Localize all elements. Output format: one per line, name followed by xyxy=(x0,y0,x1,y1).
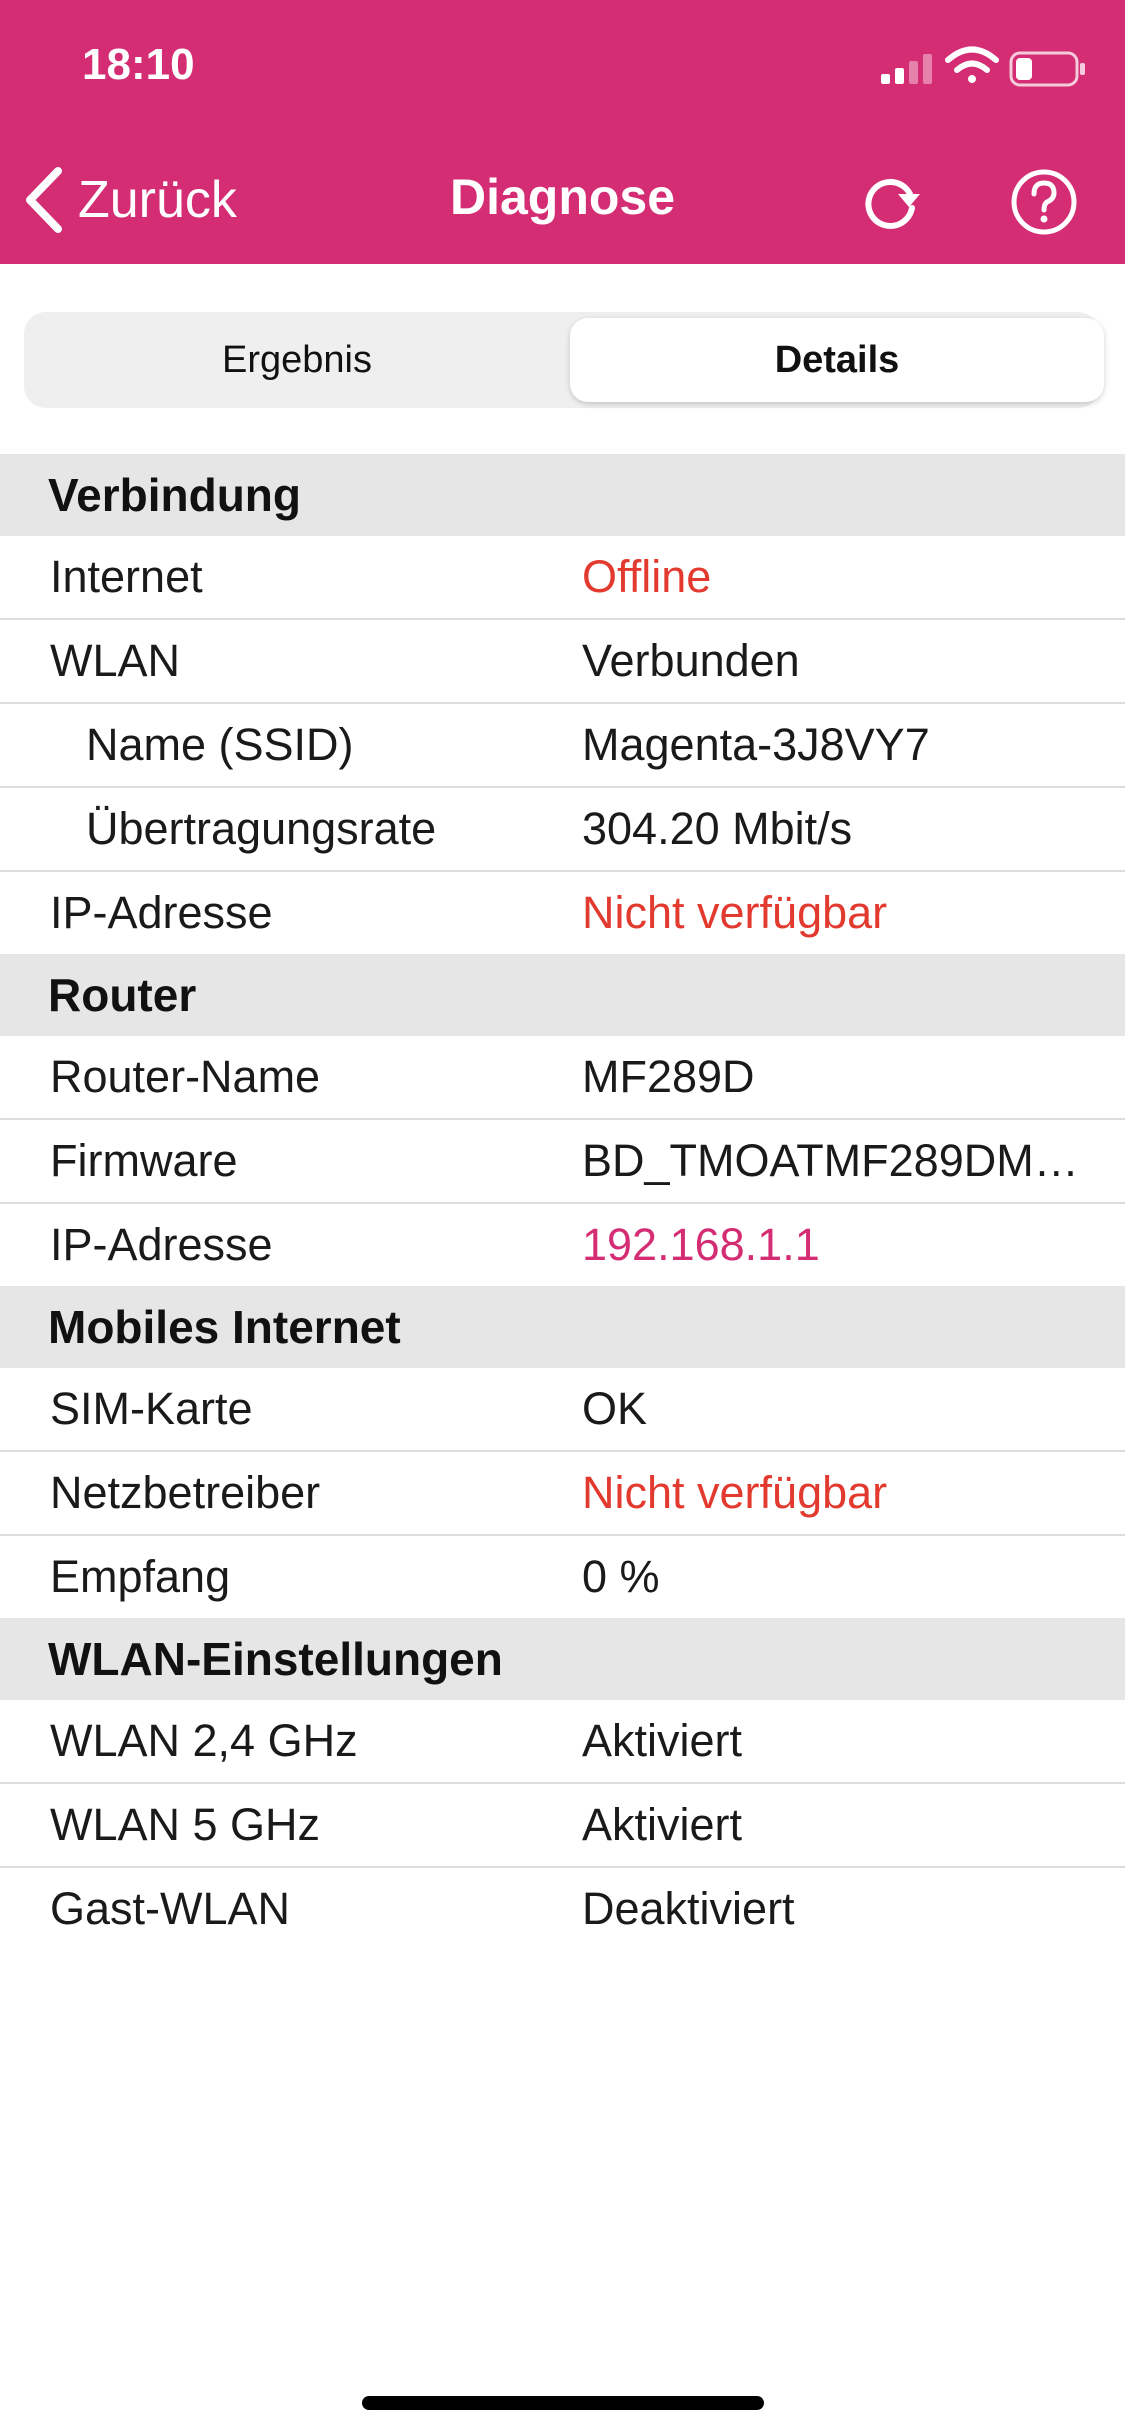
row-value: Aktiviert xyxy=(582,1715,743,1766)
list-row-uebertragungsrate: Übertragungsrate 304.20 Mbit/s xyxy=(0,788,1125,872)
row-value: Deaktiviert xyxy=(582,1883,795,1934)
row-label: WLAN xyxy=(50,635,181,686)
list-row-empfang: Empfang 0 % xyxy=(0,1536,1125,1618)
list-row-sim-karte: SIM-Karte OK xyxy=(0,1368,1125,1452)
segmented-control: Ergebnis Details xyxy=(24,312,1104,408)
section-header-mobiles-internet: Mobiles Internet xyxy=(0,1286,1125,1368)
list-row-router-ip[interactable]: IP-Adresse 192.168.1.1 xyxy=(0,1204,1125,1286)
row-value: BD_TMOATMF289DM… xyxy=(582,1135,1079,1186)
row-label: Netzbetreiber xyxy=(50,1467,321,1518)
row-label: Empfang xyxy=(50,1551,231,1602)
list-row-netzbetreiber: Netzbetreiber Nicht verfügbar xyxy=(0,1452,1125,1536)
section-header-wlan-einstellungen: WLAN-Einstellungen xyxy=(0,1618,1125,1700)
tab-details[interactable]: Details xyxy=(570,318,1104,402)
row-label: SIM-Karte xyxy=(50,1383,253,1434)
list-row-wlan: WLAN Verbunden xyxy=(0,620,1125,704)
row-label: Gast-WLAN xyxy=(50,1883,291,1934)
row-label: WLAN 5 GHz xyxy=(50,1799,321,1850)
row-value: OK xyxy=(582,1383,648,1434)
details-list: Verbindung Internet Offline WLAN Verbund… xyxy=(0,454,1125,1950)
back-button[interactable]: Zurück xyxy=(22,160,237,240)
row-label: Router-Name xyxy=(50,1051,321,1102)
section-header-router: Router xyxy=(0,954,1125,1036)
list-row-router-name: Router-Name MF289D xyxy=(0,1036,1125,1120)
row-label: IP-Adresse xyxy=(50,1219,273,1270)
row-value: Verbunden xyxy=(582,635,800,686)
row-value: MF289D xyxy=(582,1051,755,1102)
list-row-wlan-5: WLAN 5 GHz Aktiviert xyxy=(0,1784,1125,1868)
tab-ergebnis[interactable]: Ergebnis xyxy=(30,318,564,402)
diagnose-screen: 18:10 Zurück Diagnose Ergebnis Details V… xyxy=(0,0,1125,2436)
row-label: Übertragungsrate xyxy=(86,803,437,854)
back-label: Zurück xyxy=(78,171,237,229)
row-value: 0 % xyxy=(582,1551,660,1602)
row-label: Name (SSID) xyxy=(86,719,354,770)
chevron-left-icon xyxy=(26,167,62,233)
list-row-gast-wlan: Gast-WLAN Deaktiviert xyxy=(0,1868,1125,1950)
refresh-icon xyxy=(865,178,920,229)
list-row-ip-adresse: IP-Adresse Nicht verfügbar xyxy=(0,872,1125,954)
status-time: 18:10 xyxy=(82,40,195,89)
battery-icon xyxy=(1009,51,1085,87)
wifi-icon xyxy=(945,46,999,83)
row-value: Aktiviert xyxy=(582,1799,743,1850)
row-label: IP-Adresse xyxy=(50,887,273,938)
top-bar: 18:10 Zurück Diagnose xyxy=(0,0,1125,264)
router-ip-link[interactable]: 192.168.1.1 xyxy=(582,1219,1103,1271)
row-value: Offline xyxy=(582,551,712,602)
list-row-firmware: Firmware BD_TMOATMF289DM… xyxy=(0,1120,1125,1204)
list-row-ssid: Name (SSID) Magenta-3J8VY7 xyxy=(0,704,1125,788)
status-icons xyxy=(881,46,1085,87)
row-value: Nicht verfügbar xyxy=(582,887,888,938)
list-row-internet: Internet Offline xyxy=(0,536,1125,620)
help-icon xyxy=(1011,169,1077,235)
row-label: WLAN 2,4 GHz xyxy=(50,1715,358,1766)
row-label: Firmware xyxy=(50,1135,238,1186)
row-value: Magenta-3J8VY7 xyxy=(582,719,930,770)
refresh-button[interactable] xyxy=(852,164,928,240)
row-label: Internet xyxy=(50,551,203,602)
home-indicator xyxy=(362,2396,764,2410)
cellular-signal-icon xyxy=(881,54,932,84)
row-value: 304.20 Mbit/s xyxy=(582,803,853,854)
section-header-verbindung: Verbindung xyxy=(0,454,1125,536)
help-button[interactable] xyxy=(1006,164,1082,240)
row-value: Nicht verfügbar xyxy=(582,1467,888,1518)
list-row-wlan-24: WLAN 2,4 GHz Aktiviert xyxy=(0,1700,1125,1784)
